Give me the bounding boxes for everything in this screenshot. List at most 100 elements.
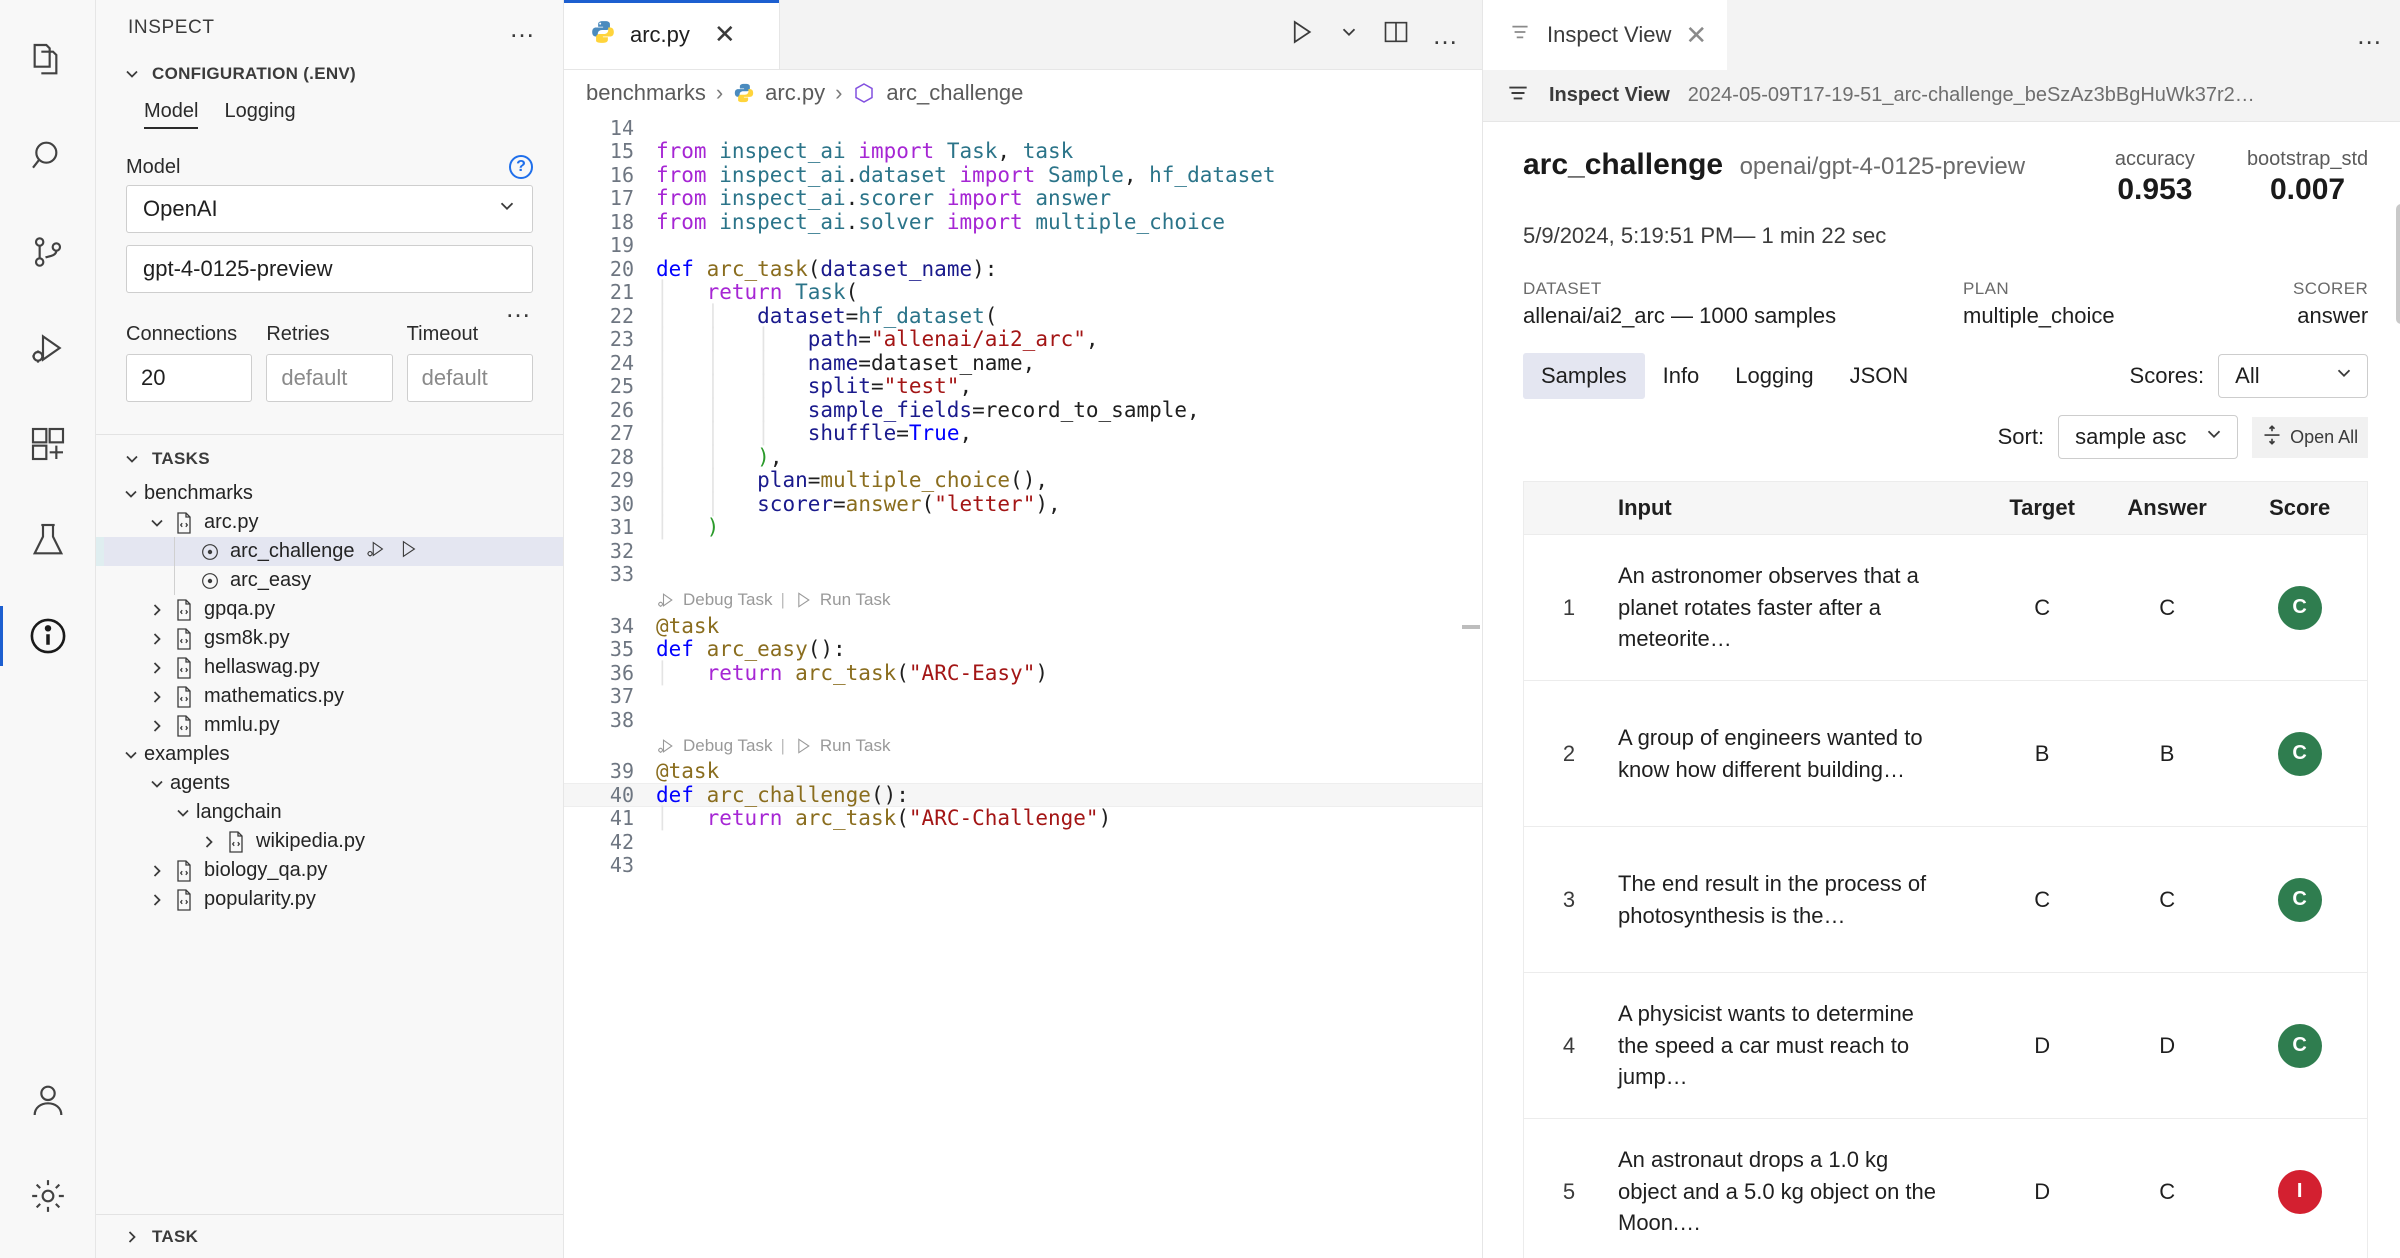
chevron-right-icon[interactable]	[144, 658, 170, 678]
code-line[interactable]: 29 │ │ plan=multiple_choice(),	[564, 468, 1482, 492]
tab-samples[interactable]: Samples	[1523, 353, 1645, 399]
chevron-right-icon[interactable]	[196, 832, 222, 852]
chevron-down-icon[interactable]	[144, 513, 170, 533]
code-line[interactable]: 42	[564, 830, 1482, 854]
code-line[interactable]: 27 │ │ │ shuffle=True,	[564, 421, 1482, 445]
editor-scrollbar[interactable]	[1462, 625, 1480, 629]
chevron-right-icon[interactable]	[144, 716, 170, 736]
chevron-down-icon[interactable]	[118, 745, 144, 765]
code-line[interactable]: 39 @task	[564, 759, 1482, 783]
code-line[interactable]: 32	[564, 539, 1482, 563]
tree-item-popularity-py[interactable]: popularity.py	[96, 885, 563, 914]
code-line[interactable]: 22 │ │ dataset=hf_dataset(	[564, 304, 1482, 328]
code-line[interactable]: 38	[564, 708, 1482, 732]
settings-gear-icon[interactable]	[0, 1148, 96, 1244]
inspect-view-tab[interactable]: Inspect View ✕	[1483, 0, 1728, 70]
table-row[interactable]: 3 The end result in the process of photos…	[1524, 826, 2368, 972]
tree-item-arc-easy[interactable]: arc_easy	[96, 566, 563, 595]
extensions-icon[interactable]	[0, 396, 96, 492]
tab-info[interactable]: Info	[1645, 353, 1718, 399]
chevron-right-icon[interactable]	[144, 890, 170, 910]
code-line[interactable]: 43	[564, 853, 1482, 877]
tree-item-wikipedia-py[interactable]: wikipedia.py	[96, 827, 563, 856]
code-line[interactable]: 23 │ │ │ path="allenai/ai2_arc",	[564, 327, 1482, 351]
code-line[interactable]: 35 def arc_easy():	[564, 637, 1482, 661]
chevron-right-icon[interactable]	[144, 861, 170, 881]
scores-select[interactable]: All	[2218, 354, 2369, 398]
breadcrumb-item-benchmarks[interactable]: benchmarks	[586, 80, 706, 106]
help-icon[interactable]: ?	[509, 155, 533, 179]
tree-item-examples[interactable]: examples	[96, 740, 563, 769]
code-line[interactable]: 33	[564, 562, 1482, 586]
split-editor-icon[interactable]	[1382, 18, 1410, 51]
close-icon[interactable]: ✕	[714, 19, 736, 50]
tree-item-benchmarks[interactable]: benchmarks	[96, 479, 563, 508]
run-debug-icon[interactable]	[0, 300, 96, 396]
tree-item-mathematics-py[interactable]: mathematics.py	[96, 682, 563, 711]
search-icon[interactable]	[0, 108, 96, 204]
breadcrumb-item-arc-challenge[interactable]: arc_challenge	[886, 80, 1023, 106]
table-row[interactable]: 4 A physicist wants to determine the spee…	[1524, 972, 2368, 1118]
code-line[interactable]: 16 from inspect_ai.dataset import Sample,…	[564, 163, 1482, 187]
code-line[interactable]: 19	[564, 233, 1482, 257]
tab-logging[interactable]: Logging	[224, 100, 295, 129]
tree-item-arc-challenge[interactable]: arc_challenge	[96, 537, 563, 566]
chevron-right-icon[interactable]	[144, 687, 170, 707]
chevron-down-icon[interactable]	[118, 484, 144, 504]
model-name-input[interactable]: gpt-4-0125-preview	[126, 245, 533, 293]
code-line[interactable]: 30 │ │ scorer=answer("letter"),	[564, 492, 1482, 516]
tree-item-biology-qa-py[interactable]: biology_qa.py	[96, 856, 563, 885]
code-line[interactable]: 34 @task	[564, 614, 1482, 638]
code-line[interactable]: 24 │ │ │ name=dataset_name,	[564, 351, 1482, 375]
source-control-icon[interactable]	[0, 204, 96, 300]
table-row[interactable]: 5 An astronaut drops a 1.0 kg object and …	[1524, 1118, 2368, 1258]
timeout-input[interactable]: default	[406, 354, 533, 402]
tab-json[interactable]: JSON	[1832, 353, 1927, 399]
tree-item-mmlu-py[interactable]: mmlu.py	[96, 711, 563, 740]
code-line[interactable]: 28 │ │ ),	[564, 445, 1482, 469]
code-line[interactable]: 14	[564, 116, 1482, 140]
config-more-button[interactable]: …	[126, 293, 533, 321]
run-play-icon[interactable]	[1286, 17, 1316, 52]
tree-item-hellaswag-py[interactable]: hellaswag.py	[96, 653, 563, 682]
close-icon[interactable]: ✕	[1685, 20, 1707, 51]
tree-item-agents[interactable]: agents	[96, 769, 563, 798]
code-line[interactable]: 40 def arc_challenge():	[564, 783, 1482, 807]
tree-item-langchain[interactable]: langchain	[96, 798, 563, 827]
explorer-icon[interactable]	[0, 12, 96, 108]
inspect-icon[interactable]	[0, 588, 96, 684]
code-line[interactable]: 20 def arc_task(dataset_name):	[564, 257, 1482, 281]
tab-model[interactable]: Model	[144, 100, 199, 129]
connections-input[interactable]: 20	[126, 354, 253, 402]
sort-select[interactable]: sample asc	[2058, 415, 2239, 459]
debug-task-codelens[interactable]: Debug Task	[656, 736, 772, 756]
tree-item-gpqa-py[interactable]: gpqa.py	[96, 595, 563, 624]
tab-logging[interactable]: Logging	[1717, 353, 1831, 399]
tree-item-arc-py[interactable]: arc.py	[96, 508, 563, 537]
testing-icon[interactable]	[0, 492, 96, 588]
code-line[interactable]: 36 │ return arc_task("ARC-Easy")	[564, 661, 1482, 685]
table-row[interactable]: 1 An astronomer observes that a planet ro…	[1524, 534, 2368, 680]
debug-task-icon[interactable]	[365, 538, 387, 566]
code-line[interactable]: 41 │ return arc_task("ARC-Challenge")	[564, 806, 1482, 830]
editor-tab-arc-py[interactable]: arc.py ✕	[564, 0, 780, 69]
code-line[interactable]: 17 from inspect_ai.scorer import answer	[564, 186, 1482, 210]
code-line[interactable]: 25 │ │ │ split="test",	[564, 374, 1482, 398]
inspect-view-log-file[interactable]: 2024-05-09T17-19-51_arc-challenge_beSzAz…	[1688, 84, 2255, 107]
code-line[interactable]: 18 from inspect_ai.solver import multiple…	[564, 210, 1482, 234]
chevron-down-icon[interactable]	[144, 774, 170, 794]
model-provider-select[interactable]: OpenAI	[126, 185, 533, 233]
tree-item-gsm8k-py[interactable]: gsm8k.py	[96, 624, 563, 653]
chevron-right-icon[interactable]	[144, 600, 170, 620]
section-header-tasks[interactable]: TASKS	[96, 435, 563, 479]
chevron-down-icon[interactable]	[170, 803, 196, 823]
inspect-view-scrollbar[interactable]	[2396, 204, 2400, 324]
section-header-configuration[interactable]: CONFIGURATION (.ENV)	[96, 56, 563, 94]
section-header-task[interactable]: TASK	[96, 1214, 563, 1258]
table-row[interactable]: 2 A group of engineers wanted to know how…	[1524, 680, 2368, 826]
breadcrumb-item-arc-py[interactable]: arc.py	[765, 80, 825, 106]
run-dropdown-chevron-icon[interactable]	[1338, 21, 1360, 48]
open-all-button[interactable]: Open All	[2252, 416, 2369, 458]
code-line[interactable]: 31 │ )	[564, 515, 1482, 539]
run-task-codelens[interactable]: Run Task	[793, 736, 890, 756]
